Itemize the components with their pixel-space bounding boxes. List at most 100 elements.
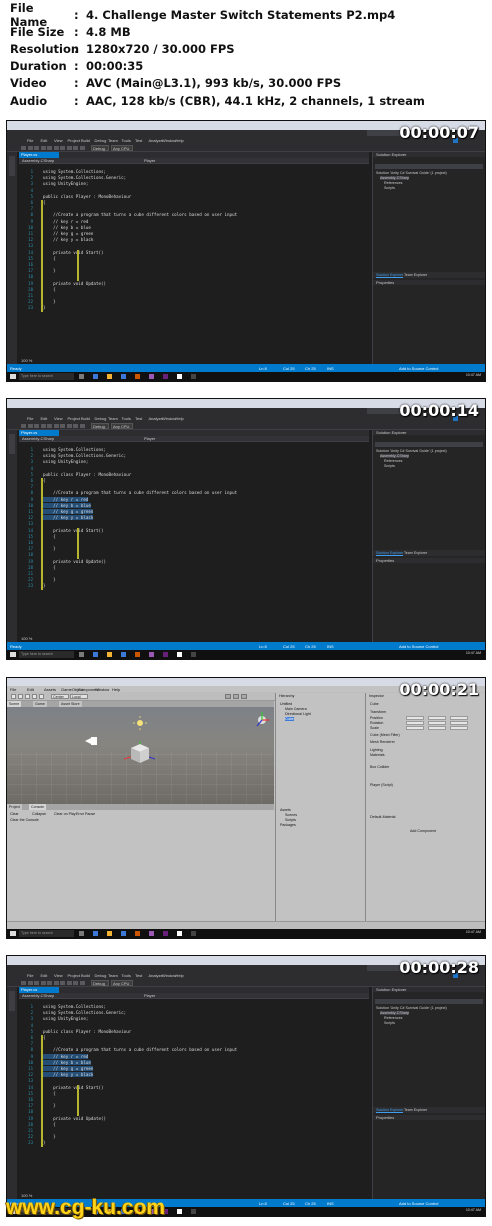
taskbar-search-box[interactable]: Type here to search: [19, 930, 74, 937]
console-toolbar-button[interactable]: Clear on Play: [54, 812, 76, 816]
toolbar-button-icon[interactable]: [40, 981, 46, 985]
toolbar-button-icon[interactable]: [60, 146, 65, 150]
solution-tree-item[interactable]: Solution 'Unity C# Survival Guide' (1 pr…: [376, 1006, 447, 1010]
hand-tool-icon[interactable]: [11, 694, 16, 699]
taskbar-app-icon[interactable]: [79, 652, 84, 657]
nav-project-dropdown[interactable]: Assembly-CSharp: [22, 993, 54, 998]
start-menu-icon[interactable]: [10, 374, 16, 379]
toolbar-button-icon[interactable]: [60, 424, 65, 428]
console-toolbar-button[interactable]: Error Pause: [76, 812, 95, 816]
project-folder[interactable]: Scripts: [285, 818, 296, 822]
toolbar-button-icon[interactable]: [34, 146, 39, 150]
pivot-toggle[interactable]: Center: [51, 694, 69, 699]
toolbar-button-icon[interactable]: [27, 981, 33, 985]
taskbar-app-icon[interactable]: [191, 931, 196, 936]
taskbar-app-icon[interactable]: [177, 931, 182, 936]
toolbar-button-icon[interactable]: [47, 424, 52, 428]
console-toolbar-button[interactable]: Collapse: [32, 812, 46, 816]
vector-field[interactable]: [428, 716, 446, 720]
menu-item[interactable]: Tools: [122, 416, 131, 421]
hierarchy-item[interactable]: Main Camera: [285, 707, 307, 711]
zoom-level[interactable]: 100 %: [21, 358, 32, 363]
nav-class-dropdown[interactable]: Player: [144, 993, 155, 998]
play-button[interactable]: [225, 694, 231, 699]
solution-tree-item[interactable]: Assembly-CSharp: [380, 1011, 409, 1015]
toolbox-tab[interactable]: [9, 434, 15, 454]
toolbar-button-icon[interactable]: [73, 981, 78, 985]
zoom-level[interactable]: 100 %: [21, 636, 32, 641]
solution-tree-item[interactable]: References: [384, 181, 402, 185]
code-editor[interactable]: 1 using System.Collections; 2 using System.…: [19, 442, 369, 642]
solution-search-input[interactable]: [375, 164, 483, 169]
menu-item[interactable]: Project: [68, 973, 80, 978]
toolbar-button-icon[interactable]: [73, 424, 78, 428]
taskbar-search-box[interactable]: Type here to search: [19, 651, 74, 658]
nav-project-dropdown[interactable]: Assembly-CSharp: [22, 436, 54, 441]
panel-tab[interactable]: Solution Explorer: [376, 551, 404, 556]
toolbar-button-icon[interactable]: [47, 981, 52, 985]
toolbox-tab[interactable]: [9, 156, 15, 176]
taskbar-app-icon[interactable]: [163, 374, 168, 379]
menu-item[interactable]: Tools: [122, 973, 131, 978]
vector-field[interactable]: [450, 721, 468, 725]
config-dropdown[interactable]: Debug: [91, 980, 109, 986]
console-toolbar-button[interactable]: Clear: [10, 812, 19, 816]
vector-field[interactable]: [450, 716, 468, 720]
solution-tree-item[interactable]: Assembly-CSharp: [380, 454, 409, 458]
tab-project[interactable]: Project: [7, 804, 23, 810]
solution-tree-item[interactable]: Solution 'Unity C# Survival Guide' (1 pr…: [376, 171, 447, 175]
vector-field[interactable]: [406, 716, 424, 720]
toolbar-button-icon[interactable]: [21, 424, 26, 428]
taskbar-app-icon[interactable]: [107, 652, 112, 657]
menu-item[interactable]: Window: [162, 973, 176, 978]
platform-dropdown[interactable]: Any CPU: [111, 980, 133, 986]
toolbar-button-icon[interactable]: [53, 146, 59, 150]
code-editor[interactable]: 1 using System.Collections; 2 using System.…: [19, 164, 369, 364]
taskbar-app-icon[interactable]: [177, 1209, 182, 1214]
menu-item[interactable]: Project: [68, 138, 80, 143]
start-menu-icon[interactable]: [10, 931, 16, 936]
inspector-item[interactable]: Add Component: [410, 829, 436, 833]
menu-item[interactable]: View: [54, 416, 63, 421]
nav-class-dropdown[interactable]: Player: [144, 158, 155, 163]
menu-item[interactable]: Window: [162, 416, 176, 421]
menu-item[interactable]: Help: [176, 416, 184, 421]
menu-item[interactable]: Edit: [41, 416, 48, 421]
menu-item[interactable]: Test: [135, 416, 142, 421]
scene-view[interactable]: [7, 707, 274, 804]
menu-item[interactable]: Debug: [95, 973, 107, 978]
menu-item[interactable]: Help: [176, 973, 184, 978]
config-dropdown[interactable]: Debug: [91, 423, 109, 429]
panel-tab[interactable]: Team Explorer: [404, 1108, 427, 1112]
orientation-gizmo[interactable]: [256, 712, 269, 727]
hierarchy-item[interactable]: Cube: [285, 717, 294, 721]
pause-button[interactable]: [233, 694, 239, 699]
taskbar-app-icon[interactable]: [79, 374, 84, 379]
toolbar-button-icon[interactable]: [34, 981, 39, 985]
nav-class-dropdown[interactable]: Player: [144, 436, 155, 441]
sun-icon[interactable]: [133, 716, 147, 730]
menu-item[interactable]: Debug: [95, 138, 107, 143]
toolbar-button-icon[interactable]: [53, 424, 59, 428]
menu-item[interactable]: Analyze: [149, 973, 163, 978]
menu-item[interactable]: Edit: [41, 138, 48, 143]
taskbar-app-icon[interactable]: [191, 652, 196, 657]
solution-tree-item[interactable]: Scripts: [384, 1021, 395, 1025]
source-control-button[interactable]: Add to Source Control: [399, 1201, 438, 1206]
taskbar-app-icon[interactable]: [191, 374, 196, 379]
taskbar-app-icon[interactable]: [135, 931, 140, 936]
step-button[interactable]: [241, 694, 247, 699]
taskbar-app-icon[interactable]: [163, 931, 168, 936]
menu-item[interactable]: Team: [108, 973, 118, 978]
taskbar-app-icon[interactable]: [121, 931, 126, 936]
menu-item[interactable]: File: [27, 973, 33, 978]
scale-tool-icon[interactable]: [32, 694, 37, 699]
menu-item[interactable]: Project: [68, 416, 80, 421]
menu-item[interactable]: Team: [108, 416, 118, 421]
platform-dropdown[interactable]: Any CPU: [111, 145, 133, 151]
rect-tool-icon[interactable]: [39, 694, 44, 699]
menu-item[interactable]: Analyze: [149, 416, 163, 421]
taskbar-app-icon[interactable]: [121, 652, 126, 657]
taskbar-app-icon[interactable]: [93, 931, 98, 936]
menu-item[interactable]: Team: [108, 138, 118, 143]
